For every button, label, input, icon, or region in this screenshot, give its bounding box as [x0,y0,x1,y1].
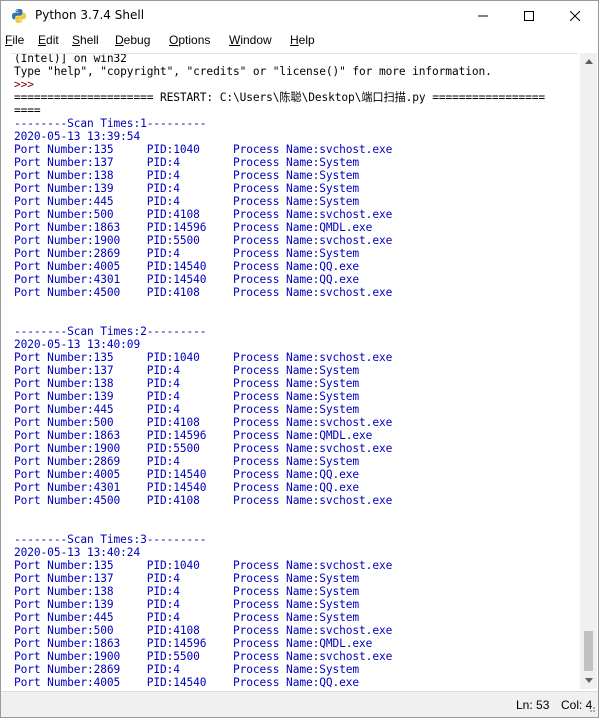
shell-line: >>> [14,78,34,91]
shell-line: --------Scan Times:2--------- [14,325,207,338]
menu-window-rest: indow [240,33,272,47]
shell-line: Port Number:4005 PID:14540 Process Name:… [14,260,360,273]
menu-shell-rest: hell [80,33,99,47]
shell-line: --------Scan Times:3--------- [14,533,207,546]
shell-line: Port Number:1863 PID:14596 Process Name:… [14,637,373,650]
shell-line: Port Number:4301 PID:14540 Process Name:… [14,273,360,286]
menu-mnemonic: S [72,33,81,47]
menu-mnemonic: D [115,33,124,47]
shell-line: ==== [14,104,41,117]
shell-line: Port Number:135 PID:1040 Process Name:sv… [14,143,393,156]
maximize-icon [524,11,534,21]
shell-line: Port Number:500 PID:4108 Process Name:sv… [14,416,393,429]
shell-line: Port Number:500 PID:4108 Process Name:sv… [14,624,393,637]
shell-line: Port Number:138 PID:4 Process Name:Syste… [14,169,360,182]
close-icon [570,11,580,21]
shell-line: 2020-05-13 13:39:54 [14,130,141,143]
resize-grip-icon[interactable] [586,703,596,713]
menu-help[interactable]: Help [290,33,315,47]
shell-line: --------Scan Times:1--------- [14,117,207,130]
menu-debug-rest: ebug [123,33,151,47]
shell-line: Port Number:500 PID:4108 Process Name:sv… [14,208,393,221]
menu-debug[interactable]: Debug [115,33,150,47]
shell-line: Port Number:1900 PID:5500 Process Name:s… [14,234,393,247]
shell-line: Port Number:4500 PID:4108 Process Name:s… [14,494,393,507]
shell-line: ===================== RESTART: C:\Users\… [14,91,546,104]
shell-line: Port Number:139 PID:4 Process Name:Syste… [14,598,360,611]
shell-line: Port Number:4301 PID:14540 Process Name:… [14,481,360,494]
menu-edit-rest: dit [46,33,59,47]
menu-edit[interactable]: Edit [38,33,59,47]
shell-line: 2020-05-13 13:40:24 [14,546,141,559]
menu-file-rest: ile [12,33,25,47]
maximize-button[interactable] [506,1,552,31]
menu-window[interactable]: Window [229,33,272,47]
shell-window: Python 3.7.4 Shell File Edit Shell Debug… [0,0,599,718]
minimize-icon [478,15,488,17]
python-icon [11,8,27,24]
shell-line: Port Number:1863 PID:14596 Process Name:… [14,429,373,442]
vertical-scrollbar[interactable] [580,53,597,689]
minimize-button[interactable] [460,1,506,31]
shell-line: Port Number:2869 PID:4 Process Name:Syst… [14,455,360,468]
menu-mnemonic: H [290,33,299,47]
shell-line: Port Number:139 PID:4 Process Name:Syste… [14,390,360,403]
shell-line: Type "help", "copyright", "credits" or "… [14,65,492,78]
shell-line: Port Number:1863 PID:14596 Process Name:… [14,221,373,234]
menu-mnemonic: E [38,33,47,47]
shell-line: Port Number:138 PID:4 Process Name:Syste… [14,585,360,598]
menu-file[interactable]: File [5,33,24,47]
scroll-up-icon [584,59,593,64]
shell-line: 2020-05-13 13:40:09 [14,338,141,351]
shell-line: Port Number:445 PID:4 Process Name:Syste… [14,611,360,624]
shell-line: Port Number:445 PID:4 Process Name:Syste… [14,403,360,416]
shell-line: Port Number:4005 PID:14540 Process Name:… [14,468,360,481]
window-title: Python 3.7.4 Shell [35,8,145,22]
menu-mnemonic: W [229,33,241,47]
shell-line: Port Number:445 PID:4 Process Name:Syste… [14,195,360,208]
scroll-up-button[interactable] [580,53,597,70]
shell-line: Port Number:4500 PID:4108 Process Name:s… [14,286,393,299]
shell-line: Port Number:138 PID:4 Process Name:Syste… [14,377,360,390]
title-bar[interactable]: Python 3.7.4 Shell [1,1,598,31]
shell-line: Port Number:4005 PID:14540 Process Name:… [14,676,360,689]
shell-line: Port Number:139 PID:4 Process Name:Syste… [14,182,360,195]
scroll-down-icon [584,678,593,683]
shell-line: Port Number:2869 PID:4 Process Name:Syst… [14,247,360,260]
menu-options-rest: ptions [178,33,211,47]
shell-line: Port Number:135 PID:1040 Process Name:sv… [14,559,393,572]
menu-shell[interactable]: Shell [72,33,99,47]
shell-line: Port Number:1900 PID:5500 Process Name:s… [14,442,393,455]
shell-line: Port Number:1900 PID:5500 Process Name:s… [14,650,393,663]
shell-line: Port Number:135 PID:1040 Process Name:sv… [14,351,393,364]
shell-line: (Intel)] on win32 [14,53,127,65]
shell-output-area[interactable]: (Intel)] on win32 Type "help", "copyright… [11,53,578,690]
menu-options[interactable]: Options [169,33,210,47]
status-bar: Ln: 53 Col: 4 [1,691,598,717]
status-line-number: Ln: 53 [516,698,550,712]
menu-bar: File Edit Shell Debug Options Window Hel… [1,31,598,52]
close-button[interactable] [552,1,598,31]
scroll-down-button[interactable] [580,672,597,689]
shell-line: Port Number:137 PID:4 Process Name:Syste… [14,572,360,585]
shell-line: Port Number:2869 PID:4 Process Name:Syst… [14,663,360,676]
shell-line: Port Number:137 PID:4 Process Name:Syste… [14,364,360,377]
scroll-thumb[interactable] [584,631,593,671]
shell-line: Port Number:137 PID:4 Process Name:Syste… [14,156,360,169]
menu-mnemonic: O [169,33,179,47]
menu-help-rest: elp [298,33,315,47]
